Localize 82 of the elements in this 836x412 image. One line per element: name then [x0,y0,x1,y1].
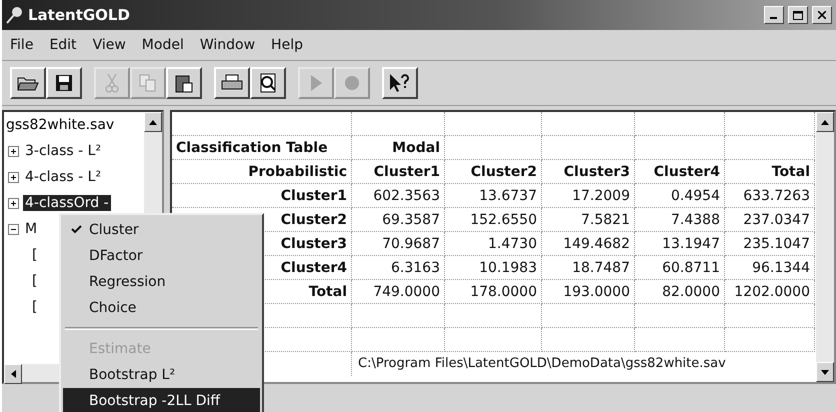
maximize-button[interactable] [788,6,808,24]
tree-item[interactable]: [ [30,247,40,263]
clipboard-icon [175,73,193,93]
context-menu-item[interactable]: Bootstrap -2LL Diff [63,388,260,412]
expand-icon[interactable] [8,198,19,208]
table-cell: 69.3587 [352,208,445,232]
table-cell: 152.6550 [445,208,542,232]
table-cell: 6.3163 [352,256,445,280]
table-cell: 17.2009 [542,184,635,208]
scissors-icon [105,73,119,93]
table-cell: 0.4954 [635,184,725,208]
tree-item[interactable]: M [23,221,40,237]
menu-item[interactable]: Edit [43,35,83,55]
table-header-cell: Cluster1 [352,160,445,184]
menu-item[interactable]: Help [265,35,309,55]
menu-item[interactable]: Model [136,35,190,55]
tree-root[interactable]: gss82white.sav [4,112,144,138]
table-cell: 235.1047 [725,232,815,256]
table-cell: 13.6737 [445,184,542,208]
toolbar-button[interactable] [250,67,286,99]
scroll-down-icon[interactable] [816,362,834,382]
menu-item[interactable]: File [4,35,40,55]
table-cell: 633.7263 [725,184,815,208]
copy-icon [139,74,157,92]
table-header-cell: Total [725,160,815,184]
tree-item[interactable]: 4-classOrd - [23,195,111,211]
table-header-cell: Modal [352,136,445,160]
table-cell: 18.7487 [542,256,635,280]
table-cell: 60.8711 [635,256,725,280]
minimize-button[interactable] [764,6,784,24]
close-button[interactable] [812,6,832,24]
play-icon [309,74,323,92]
collapse-icon[interactable] [8,224,19,234]
table-header-cell: Cluster3 [542,160,635,184]
window-title: LatentGOLD [28,6,131,24]
table-cell: Cluster1 [172,184,352,208]
toolbar-button[interactable] [46,67,82,99]
table-cell: 749.0000 [352,280,445,304]
tree-item[interactable]: 3-class - L² [23,143,104,159]
table-header-cell: Classification Table [172,136,352,160]
tree-item[interactable]: [ [30,299,40,315]
table-cell: 1202.0000 [725,280,815,304]
expand-icon[interactable] [8,172,19,182]
table-cell: 70.9687 [352,232,445,256]
table-cell: 82.0000 [635,280,725,304]
magnifier-icon [6,6,24,24]
table-cell: 1.4730 [445,232,542,256]
help-cursor-icon [389,73,411,93]
checkmark-icon [70,225,82,234]
context-menu-item[interactable]: Bootstrap L² [63,362,260,388]
toolbar-button[interactable] [166,67,202,99]
scroll-left-icon[interactable] [4,364,22,384]
printer-icon [221,74,243,92]
maximize-icon [793,10,803,20]
scrollbar[interactable] [816,112,834,382]
toolbar-button[interactable] [10,67,46,99]
table-cell: 237.0347 [725,208,815,232]
file-path: C:\Program Files\LatentGOLD\DemoData\gss82white.sav [357,355,727,373]
circle-icon [344,75,360,91]
menu-item[interactable]: Window [194,35,262,55]
expand-icon[interactable] [8,146,19,156]
table-cell: 96.1344 [725,256,815,280]
close-icon [818,11,826,19]
table-cell: 7.5821 [542,208,635,232]
scroll-up-icon[interactable] [816,112,834,132]
tree-item[interactable]: [ [30,273,40,289]
table-cell: 10.1983 [445,256,542,280]
table-cell: 7.4388 [635,208,725,232]
table-header-cell: Cluster2 [445,160,542,184]
table-cell: 193.0000 [542,280,635,304]
table-cell: 13.1947 [635,232,725,256]
menu-item[interactable]: View [86,35,132,55]
toolbar-button[interactable] [214,67,250,99]
table-header-cell: Cluster4 [635,160,725,184]
tree-item[interactable]: 4-class - L² [23,169,104,185]
table-cell: 149.4682 [542,232,635,256]
magnifier-page-icon [258,73,278,93]
toolbar-button[interactable] [382,67,418,99]
scroll-up-icon[interactable] [144,112,162,132]
table-header-cell: Probabilistic [172,160,352,184]
table-cell: 602.3563 [352,184,445,208]
table-cell: 178.0000 [445,280,542,304]
